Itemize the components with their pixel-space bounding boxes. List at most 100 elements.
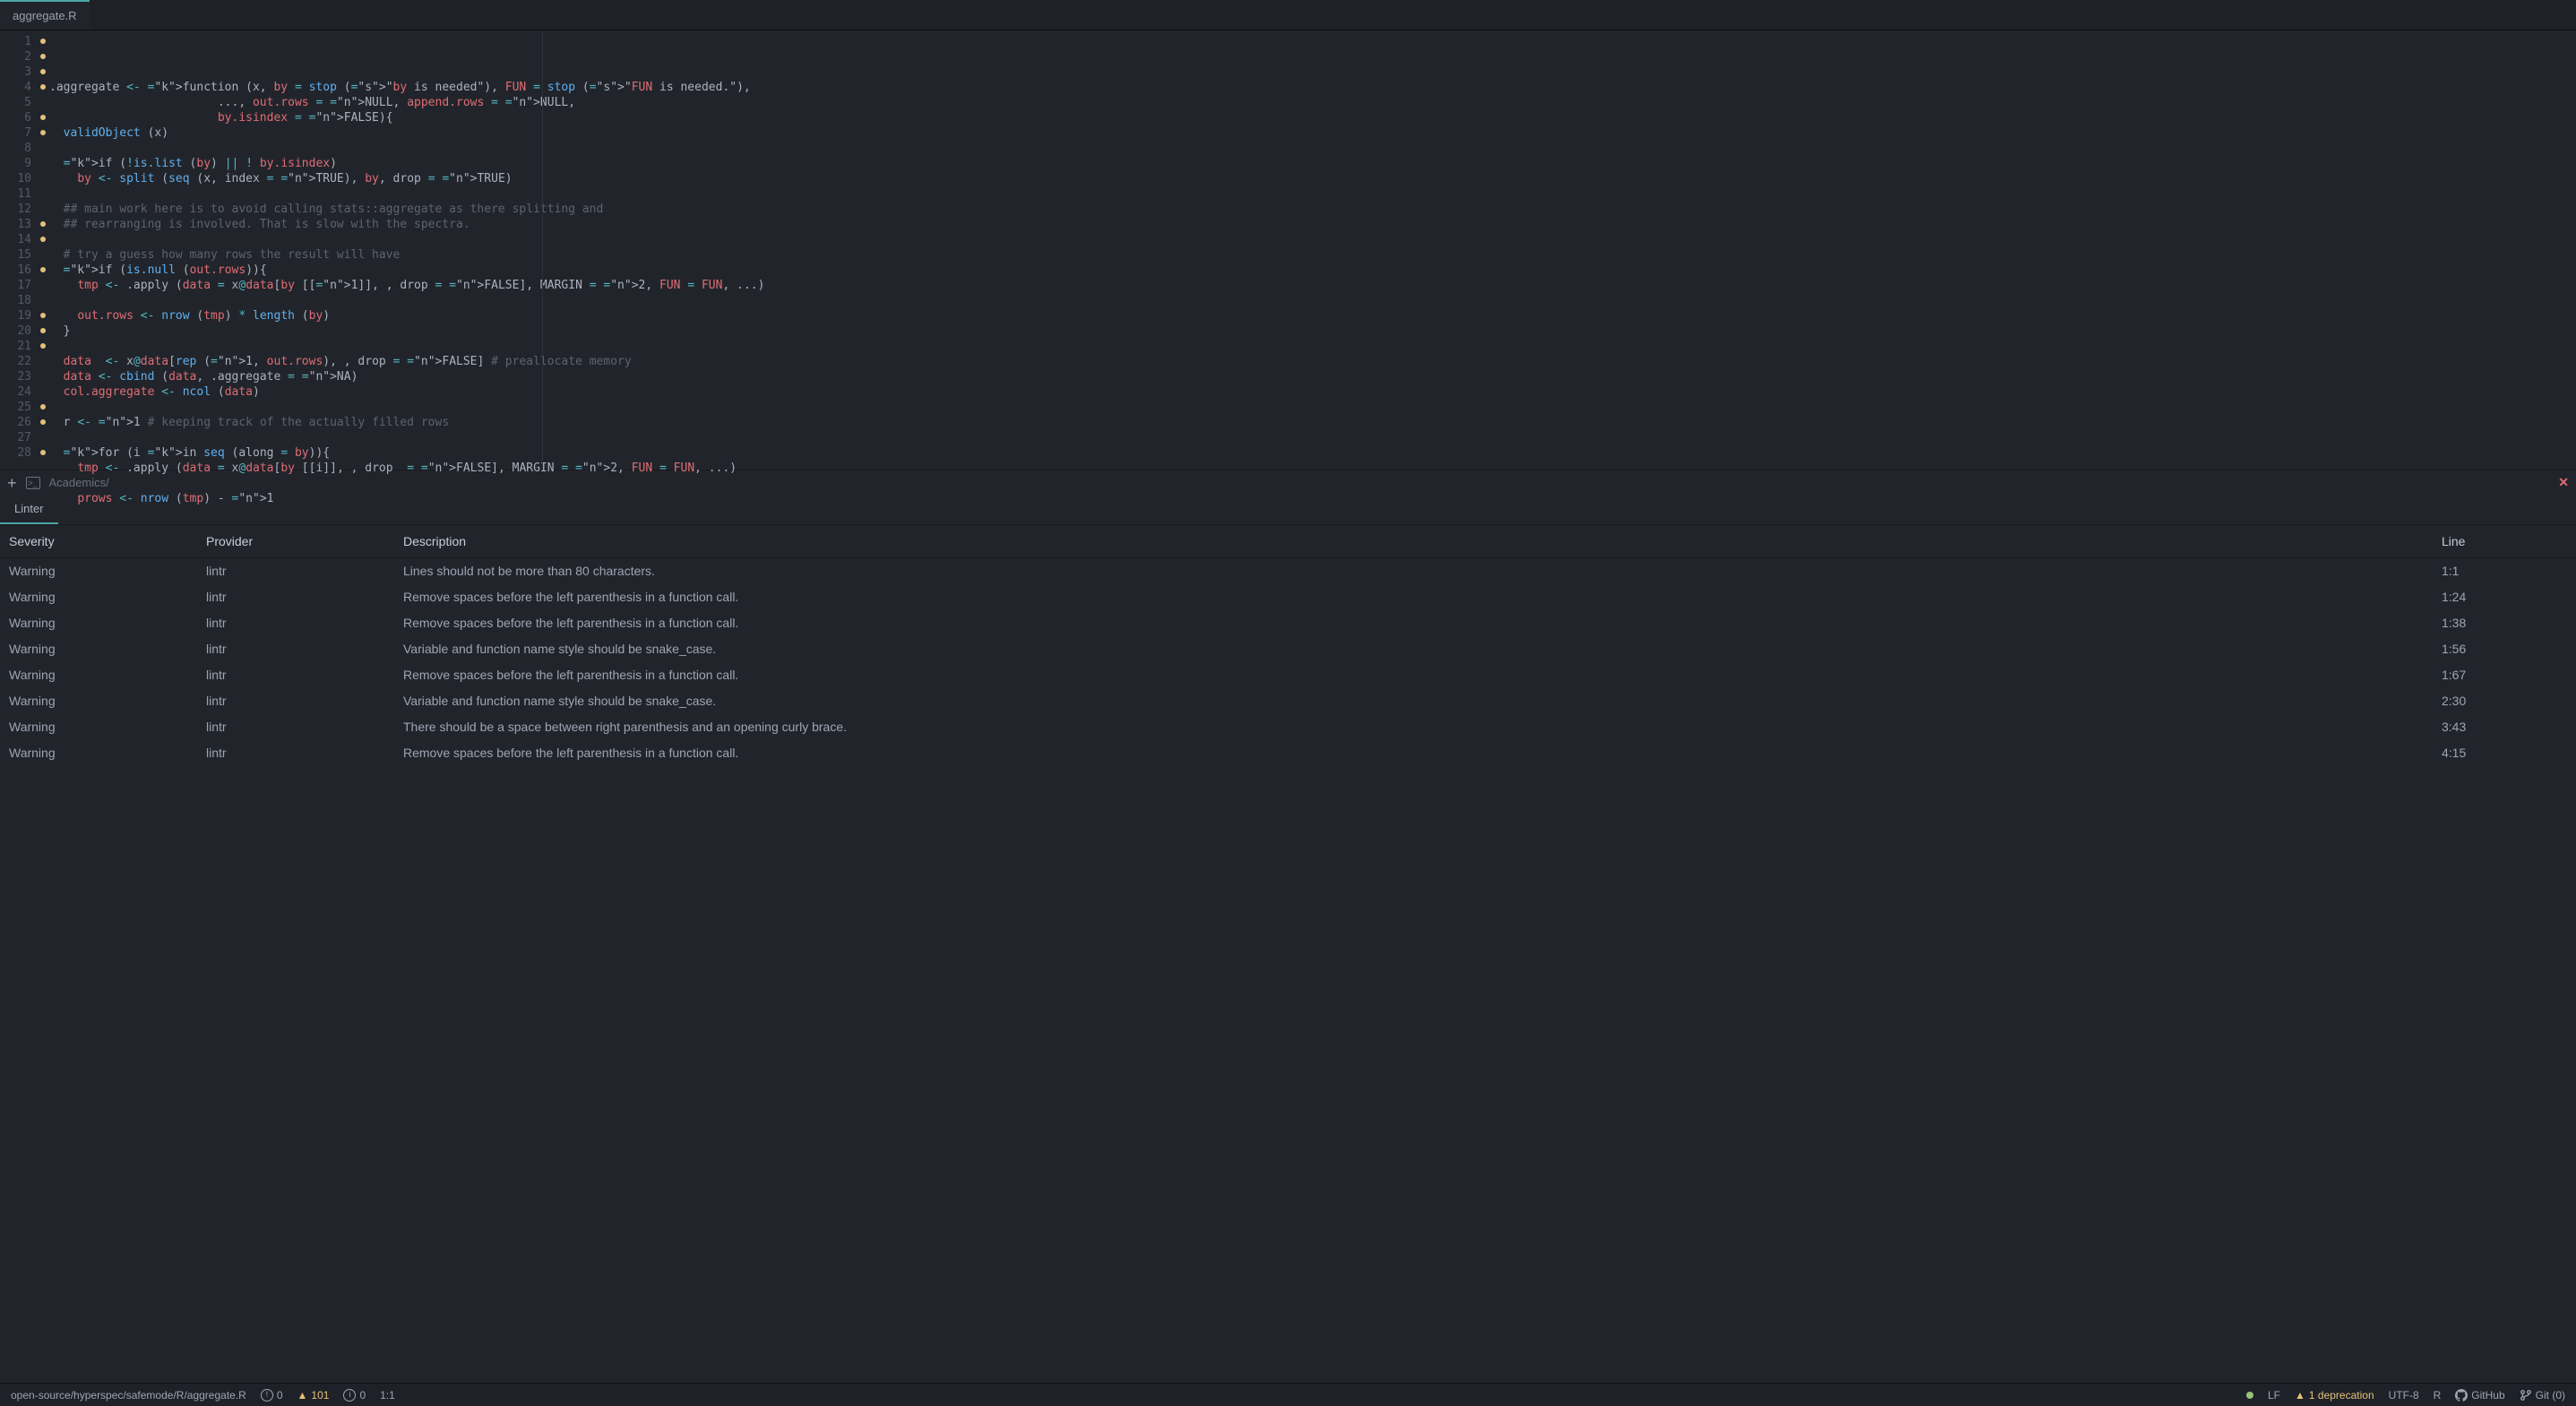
code-line[interactable] (49, 339, 2576, 354)
status-ok-icon[interactable] (2246, 1392, 2253, 1399)
lint-row[interactable]: WarninglintrThere should be a space betw… (0, 714, 2576, 740)
status-file-path[interactable]: open-source/hyperspec/safemode/R/aggrega… (11, 1389, 246, 1402)
line-number[interactable]: 22 (0, 354, 49, 369)
lint-marker-icon[interactable] (40, 450, 46, 455)
line-number[interactable]: 6 (0, 110, 49, 125)
col-description[interactable]: Description (403, 534, 2442, 548)
lint-marker-icon[interactable] (40, 404, 46, 410)
line-number[interactable]: 16 (0, 263, 49, 278)
line-number[interactable]: 10 (0, 171, 49, 186)
status-github[interactable]: GitHub (2455, 1389, 2504, 1402)
lint-row[interactable]: WarninglintrRemove spaces before the lef… (0, 610, 2576, 636)
code-line[interactable]: ## rearranging is involved. That is slow… (49, 217, 2576, 232)
code-line[interactable] (49, 400, 2576, 415)
line-number[interactable]: 25 (0, 400, 49, 415)
line-number[interactable]: 17 (0, 278, 49, 293)
line-number[interactable]: 3 (0, 65, 49, 80)
line-number[interactable]: 11 (0, 186, 49, 202)
code-line[interactable]: data <- cbind (data, .aggregate = ="n">N… (49, 369, 2576, 384)
code-line[interactable]: by <- split (seq (x, index = ="n">TRUE),… (49, 171, 2576, 186)
line-number[interactable]: 23 (0, 369, 49, 384)
code-line[interactable]: by.isindex = ="n">FALSE){ (49, 110, 2576, 125)
code-line[interactable]: prows <- nrow (tmp) - ="n">1 (49, 491, 2576, 506)
line-number[interactable]: 19 (0, 308, 49, 323)
status-language[interactable]: R (2434, 1389, 2442, 1402)
status-deprecation[interactable]: ▲ 1 deprecation (2295, 1389, 2374, 1402)
code-line[interactable]: ="k">if (is.null (out.rows)){ (49, 263, 2576, 278)
code-line[interactable]: # try a guess how many rows the result w… (49, 247, 2576, 263)
code-line[interactable]: tmp <- .apply (data = x@data[by [[i]], ,… (49, 461, 2576, 476)
lint-marker-icon[interactable] (40, 267, 46, 272)
status-infos[interactable]: i 0 (343, 1389, 366, 1402)
lint-marker-icon[interactable] (40, 69, 46, 74)
line-number[interactable]: 26 (0, 415, 49, 430)
status-cursor[interactable]: 1:1 (380, 1389, 395, 1402)
line-number[interactable]: 13 (0, 217, 49, 232)
lint-row[interactable]: WarninglintrVariable and function name s… (0, 688, 2576, 714)
code-line[interactable]: } (49, 323, 2576, 339)
code-line[interactable]: ## main work here is to avoid calling st… (49, 202, 2576, 217)
line-number[interactable]: 18 (0, 293, 49, 308)
lint-marker-icon[interactable] (40, 39, 46, 44)
line-number[interactable]: 24 (0, 384, 49, 400)
code-line[interactable]: .aggregate <- ="k">function (x, by = sto… (49, 80, 2576, 95)
lint-marker-icon[interactable] (40, 419, 46, 425)
lint-marker-icon[interactable] (40, 115, 46, 120)
lint-marker-icon[interactable] (40, 54, 46, 59)
new-terminal-button[interactable]: + (7, 475, 17, 491)
code-line[interactable] (49, 430, 2576, 445)
code-line[interactable]: validObject (x) (49, 125, 2576, 141)
line-number[interactable]: 8 (0, 141, 49, 156)
code-line[interactable]: data <- x@data[rep (="n">1, out.rows), ,… (49, 354, 2576, 369)
line-number[interactable]: 12 (0, 202, 49, 217)
lint-marker-icon[interactable] (40, 313, 46, 318)
lint-row[interactable]: WarninglintrLines should not be more tha… (0, 558, 2576, 584)
status-git[interactable]: Git (0) (2520, 1389, 2565, 1402)
line-number[interactable]: 15 (0, 247, 49, 263)
code-line[interactable] (49, 186, 2576, 202)
code-line[interactable] (49, 293, 2576, 308)
lint-row[interactable]: WarninglintrVariable and function name s… (0, 636, 2576, 662)
line-number[interactable]: 28 (0, 445, 49, 461)
code-line[interactable]: col.aggregate <- ncol (data) (49, 384, 2576, 400)
code-line[interactable]: ..., out.rows = ="n">NULL, append.rows =… (49, 95, 2576, 110)
col-line[interactable]: Line (2442, 534, 2567, 548)
lint-marker-icon[interactable] (40, 237, 46, 242)
lint-marker-icon[interactable] (40, 130, 46, 135)
code-line[interactable] (49, 232, 2576, 247)
code-area[interactable]: .aggregate <- ="k">function (x, by = sto… (49, 30, 2576, 470)
code-line[interactable]: r <- ="n">1 # keeping track of the actua… (49, 415, 2576, 430)
code-line[interactable]: ="k">if (!is.list (by) || ! by.isindex) (49, 156, 2576, 171)
editor[interactable]: 1234567891011121314151617181920212223242… (0, 30, 2576, 470)
line-number[interactable]: 27 (0, 430, 49, 445)
code-line[interactable] (49, 476, 2576, 491)
line-number[interactable]: 4 (0, 80, 49, 95)
code-line[interactable]: ="k">for (i ="k">in seq (along = by)){ (49, 445, 2576, 461)
code-line[interactable]: tmp <- .apply (data = x@data[by [[="n">1… (49, 278, 2576, 293)
line-number[interactable]: 14 (0, 232, 49, 247)
terminal-icon[interactable]: >_ (26, 477, 40, 489)
lint-row[interactable]: WarninglintrRemove spaces before the lef… (0, 662, 2576, 688)
col-provider[interactable]: Provider (206, 534, 403, 548)
tab-file[interactable]: aggregate.R (0, 0, 90, 30)
lint-row[interactable]: WarninglintrRemove spaces before the lef… (0, 584, 2576, 610)
status-warnings[interactable]: ▲ 101 (297, 1389, 330, 1402)
line-number[interactable]: 21 (0, 339, 49, 354)
status-encoding[interactable]: UTF-8 (2389, 1389, 2419, 1402)
line-number[interactable]: 2 (0, 49, 49, 65)
line-number[interactable]: 20 (0, 323, 49, 339)
status-eol[interactable]: LF (2268, 1389, 2280, 1402)
lint-marker-icon[interactable] (40, 343, 46, 349)
status-errors[interactable]: ! 0 (261, 1389, 283, 1402)
line-number[interactable]: 1 (0, 34, 49, 49)
lint-marker-icon[interactable] (40, 221, 46, 227)
line-number[interactable]: 5 (0, 95, 49, 110)
line-number[interactable]: 7 (0, 125, 49, 141)
lint-marker-icon[interactable] (40, 328, 46, 333)
col-severity[interactable]: Severity (9, 534, 206, 548)
lint-row[interactable]: WarninglintrRemove spaces before the lef… (0, 740, 2576, 766)
code-line[interactable] (49, 141, 2576, 156)
line-number[interactable]: 9 (0, 156, 49, 171)
code-line[interactable]: out.rows <- nrow (tmp) * length (by) (49, 308, 2576, 323)
lint-marker-icon[interactable] (40, 84, 46, 90)
